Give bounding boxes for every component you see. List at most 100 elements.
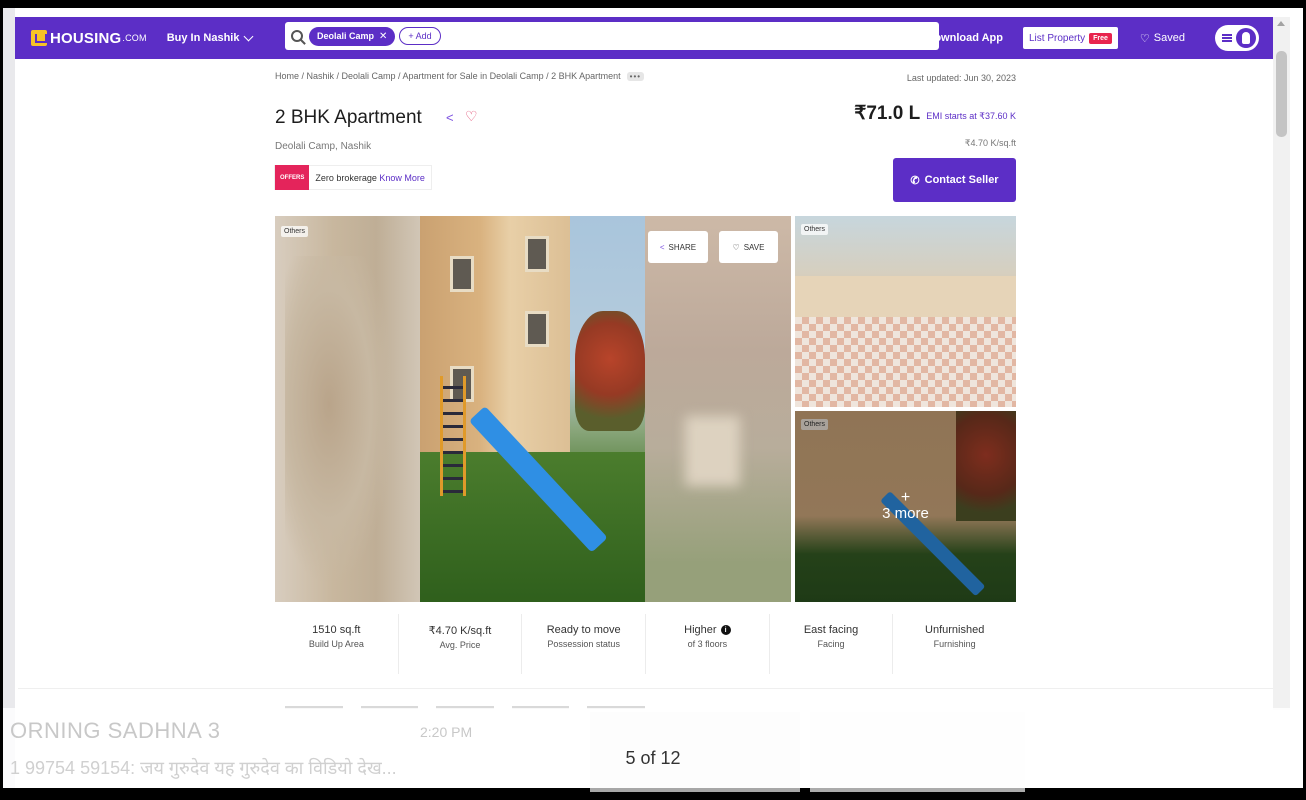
stat-build-up-area: 1510 sq.ft Build Up Area: [275, 614, 399, 674]
price-row: ₹71.0 L EMI starts at ₹37.60 K: [854, 102, 1016, 125]
search-bar[interactable]: Deolali Camp ✕ + Add: [285, 22, 939, 50]
listing-price: ₹71.0 L: [854, 103, 921, 124]
list-property-button[interactable]: List Property Free: [1022, 27, 1118, 49]
buy-dropdown-label: Buy In Nashik: [166, 32, 240, 44]
share-label: SHARE: [668, 242, 697, 252]
avatar-icon: [1236, 28, 1256, 48]
saved-link[interactable]: ♡ Saved: [1140, 32, 1185, 45]
photo-category-tag: Others: [281, 226, 309, 237]
stat-value: Ready to move: [546, 624, 621, 636]
stat-label: Facing: [817, 639, 845, 649]
plus-icon: +: [900, 489, 911, 506]
stat-floor: Higher i of 3 floors: [646, 614, 770, 674]
stat-facing: East facing Facing: [770, 614, 894, 674]
scrollbar-thumb[interactable]: [1276, 51, 1287, 137]
stat-possession: Ready to move Possession status: [522, 614, 647, 674]
scroll-up-arrow-icon[interactable]: [1277, 21, 1285, 26]
last-updated: Last updated: Jun 30, 2023: [906, 73, 1016, 83]
download-app-link[interactable]: Download App: [914, 32, 1003, 44]
save-button[interactable]: ♡ SAVE: [719, 231, 778, 263]
info-icon[interactable]: i: [720, 625, 731, 635]
share-icon[interactable]: <: [446, 110, 454, 125]
stat-label: Avg. Price: [439, 640, 481, 650]
stat-label: of 3 floors: [687, 639, 728, 649]
offer-description: Zero brokerage: [315, 172, 377, 183]
saved-label: Saved: [1153, 32, 1185, 44]
price-per-sqft: ₹4.70 K/sq.ft: [964, 138, 1016, 148]
listing-locality: Deolali Camp, Nashik: [275, 141, 372, 152]
offer-text: Zero brokerage Know More: [309, 173, 431, 183]
breadcrumb-text[interactable]: Home / Nashik / Deolali Camp / Apartment…: [275, 71, 621, 81]
housing-logo[interactable]: HOUSING .COM: [31, 30, 147, 47]
window-shape: [525, 311, 549, 347]
terrace-wall-image: [795, 276, 1016, 322]
tree-image: [575, 311, 645, 431]
share-button[interactable]: < SHARE: [648, 231, 708, 263]
hamburger-icon: [1222, 34, 1232, 42]
heart-icon: ♡: [1139, 32, 1150, 45]
save-label: SAVE: [743, 242, 765, 252]
locality-chip-label: Deolali Camp: [317, 31, 375, 41]
blurred-photo-left: [275, 216, 420, 602]
stat-label: Furnishing: [933, 639, 976, 649]
ghost-video-title: ORNING SADHNA 3: [10, 718, 221, 743]
phone-call-icon: ✆: [910, 174, 920, 187]
window-shape: [450, 256, 474, 292]
background-strip: [3, 8, 15, 788]
breadcrumb-more-button[interactable]: •••: [626, 71, 645, 81]
thumbnail-photo[interactable]: Others: [795, 216, 1016, 407]
emi-link[interactable]: EMI starts at ₹37.60 K: [926, 111, 1016, 122]
thumbnail-more-photos[interactable]: Others + 3 more: [795, 411, 1016, 602]
stat-value: ₹4.70 K/sq.ft: [428, 625, 492, 637]
ghost-video-time: 2:20 PM: [420, 724, 473, 740]
stat-furnishing: Unfurnished Furnishing: [893, 614, 1016, 674]
list-property-label: List Property: [1028, 32, 1086, 44]
page-scrollbar[interactable]: [1273, 17, 1290, 710]
add-locality-button[interactable]: + Add: [399, 27, 441, 45]
heart-icon[interactable]: ♡: [465, 108, 478, 125]
window-shape: [525, 236, 549, 272]
download-app-label: Download App: [926, 32, 1003, 44]
main-photo[interactable]: Others < SHARE ♡ SAVE: [275, 216, 791, 602]
stat-value: 1510 sq.ft: [312, 624, 361, 636]
share-icon: <: [659, 242, 665, 252]
logo-suffix: .COM: [122, 33, 147, 43]
offer-tag: OFFERS: [275, 165, 310, 190]
buy-city-dropdown[interactable]: Buy In Nashik: [166, 31, 254, 44]
listing-title: 2 BHK Apartment: [275, 107, 422, 128]
stat-value: East facing: [803, 624, 859, 636]
photo-gallery: Others < SHARE ♡ SAVE Others Others + 3 …: [275, 216, 1016, 602]
contact-seller-label: Contact Seller: [924, 174, 999, 186]
breadcrumb: Home / Nashik / Deolali Camp / Apartment…: [275, 71, 645, 81]
close-icon[interactable]: ✕: [379, 31, 387, 42]
section-divider: [18, 688, 1273, 689]
more-photos-label: 3 more: [882, 505, 929, 522]
playground-photo: [420, 216, 645, 602]
stat-value: Higher: [684, 624, 717, 636]
property-stats: 1510 sq.ft Build Up Area ₹4.70 K/sq.ft A…: [275, 614, 1016, 674]
home-logo-icon: [31, 30, 47, 46]
stat-value: Unfurnished: [925, 624, 985, 636]
offer-banner: OFFERS Zero brokerage Know More: [274, 165, 432, 190]
stat-value-row: Higher i: [646, 624, 769, 636]
know-more-link[interactable]: Know More: [379, 173, 425, 183]
locality-chip[interactable]: Deolali Camp ✕: [309, 26, 396, 46]
top-navbar: HOUSING .COM Buy In Nashik Deolali Camp ✕…: [15, 17, 1273, 59]
photo-category-tag: Others: [801, 224, 829, 235]
blurred-photo-right: [645, 216, 791, 602]
phone-icon: [914, 32, 923, 44]
chevron-down-icon: [244, 31, 254, 42]
slide-counter: 5 of 12: [625, 748, 681, 768]
nav-actions: Download App List Property Free ♡ Saved: [914, 17, 1273, 59]
profile-menu-button[interactable]: [1215, 25, 1259, 51]
stat-label: Possession status: [547, 639, 620, 649]
contact-seller-button[interactable]: ✆ Contact Seller: [893, 158, 1016, 202]
free-badge: Free: [1089, 32, 1112, 44]
terrace-floor-image: [795, 317, 1016, 407]
ladder-image: [440, 376, 466, 496]
search-icon: [291, 30, 303, 42]
logo-text: HOUSING: [50, 29, 122, 47]
more-photos-overlay[interactable]: + 3 more: [795, 411, 1016, 602]
stat-avg-price: ₹4.70 K/sq.ft Avg. Price: [399, 614, 523, 674]
heart-icon: ♡: [732, 242, 740, 252]
